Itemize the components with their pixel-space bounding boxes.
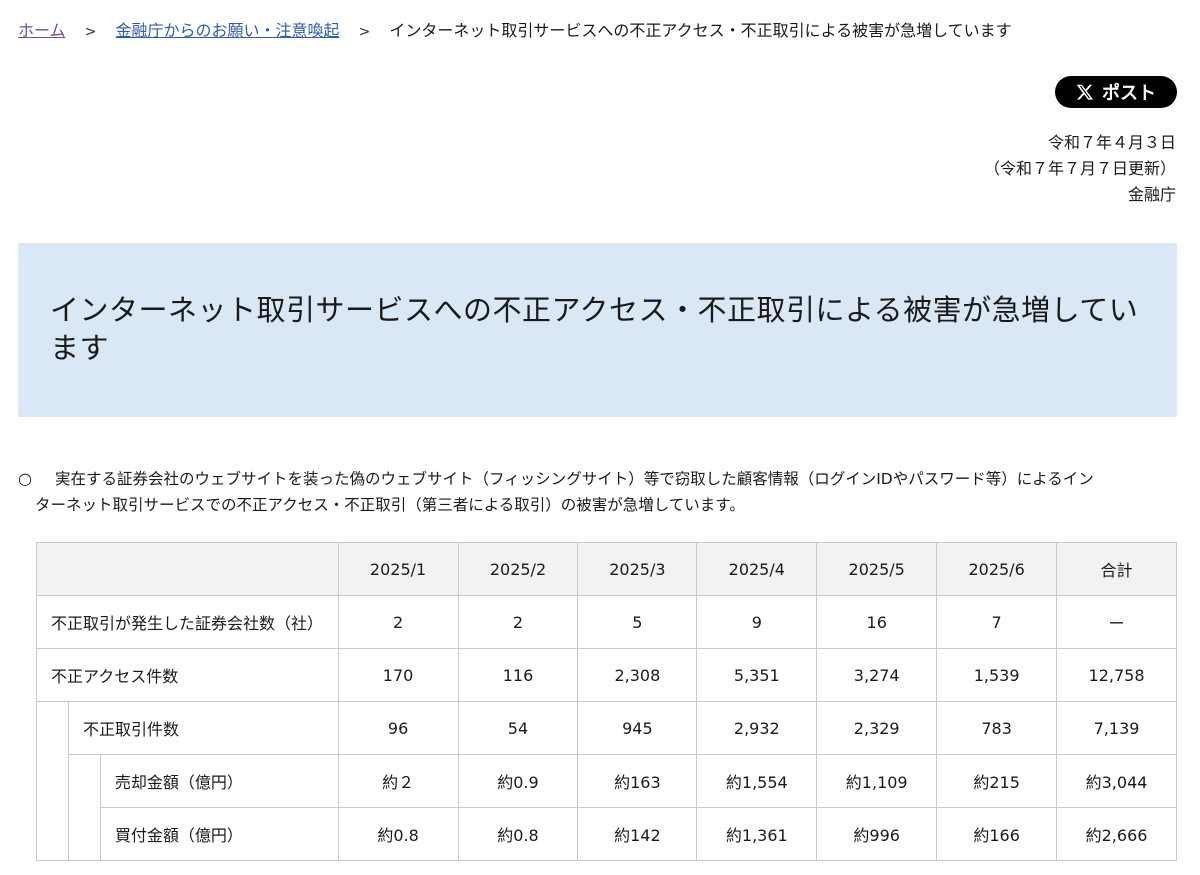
table-cell: 3,274: [816, 648, 938, 702]
table-corner-cell: [36, 542, 339, 596]
notice-line-2: ターネット取引サービスでの不正アクセス・不正取引（第三者による取引）の被害が急増…: [35, 496, 745, 514]
table-row: 不正アクセス件数 170 116 2,308 5,351 3,274 1,539…: [36, 648, 1177, 702]
table-cell: 54: [457, 701, 579, 755]
row-label: 買付金額（億円）: [99, 807, 339, 861]
table-cell: 2,329: [816, 701, 938, 755]
column-header: 2025/2: [457, 542, 579, 596]
table-cell: 945: [577, 701, 698, 755]
table-cell: 2: [337, 595, 459, 649]
table-cell: 約0.8: [337, 807, 459, 861]
table-cell: 16: [816, 595, 938, 649]
damage-statistics-table: 2025/1 2025/2 2025/3 2025/4 2025/5 2025/…: [36, 542, 1177, 861]
table-row: 不正取引が発生した証券会社数（社） 2 2 5 9 16 7 ー: [36, 595, 1177, 649]
table-cell: 約2,666: [1056, 807, 1177, 861]
table-cell: 約1,361: [696, 807, 818, 861]
table-cell: 約996: [816, 807, 938, 861]
column-header: 2025/5: [816, 542, 938, 596]
table-cell: 1,539: [936, 648, 1058, 702]
table-cell: 約215: [936, 754, 1058, 808]
table-cell: 約3,044: [1056, 754, 1177, 808]
table-cell: 2,308: [577, 648, 698, 702]
post-button-label: ポスト: [1102, 83, 1156, 104]
table-header-row: 2025/1 2025/2 2025/3 2025/4 2025/5 2025/…: [36, 542, 1177, 596]
row-label: 不正取引が発生した証券会社数（社）: [36, 595, 339, 649]
table-cell: ー: [1056, 595, 1177, 649]
breadcrumb: ホーム > 金融庁からのお願い・注意喚起 > インターネット取引サービスへの不正…: [18, 19, 1012, 44]
page-title-banner: インターネット取引サービスへの不正アクセス・不正取引による被害が急増しています: [18, 243, 1177, 417]
table-cell: 約0.8: [457, 807, 579, 861]
bullet-circle-icon: ○: [18, 469, 32, 488]
table-cell: 783: [936, 701, 1058, 755]
breadcrumb-separator: >: [358, 24, 371, 40]
table-row: 買付金額（億円） 約0.8 約0.8 約142 約1,361 約996 約166…: [37, 807, 1177, 861]
column-header: 2025/4: [696, 542, 818, 596]
table-cell: 12,758: [1056, 648, 1177, 702]
table-cell: 約166: [936, 807, 1058, 861]
page-title: インターネット取引サービスへの不正アクセス・不正取引による被害が急増しています: [50, 293, 1139, 365]
indent-cell: [67, 754, 101, 861]
table-cell: 約1,554: [696, 754, 818, 808]
updated-date: （令和７年７月７日更新）: [983, 159, 1176, 178]
table-row: 売却金額（億円） 約２ 約0.9 約163 約1,554 約1,109 約215…: [37, 754, 1177, 861]
row-label: 売却金額（億円）: [99, 754, 339, 808]
breadcrumb-separator: >: [84, 24, 97, 40]
table-cell: 約163: [577, 754, 698, 808]
column-header: 2025/6: [936, 542, 1058, 596]
column-header: 合計: [1056, 542, 1177, 596]
notice-line-1: 実在する証券会社のウェブサイトを装った偽のウェブサイト（フィッシングサイト）等で…: [55, 470, 1094, 488]
table-cell: 約２: [337, 754, 459, 808]
table-cell: 約0.9: [457, 754, 579, 808]
table-cell: 約1,109: [816, 754, 938, 808]
table-cell: 5,351: [696, 648, 818, 702]
x-logo-icon: [1076, 84, 1094, 100]
table-cell: 170: [337, 648, 459, 702]
breadcrumb-current: インターネット取引サービスへの不正アクセス・不正取引による被害が急増しています: [389, 21, 1012, 40]
publication-meta: 令和７年４月３日 （令和７年７月７日更新） 金融庁: [984, 130, 1176, 208]
table-cell: 5: [577, 595, 698, 649]
table-row: 不正取引件数 96 54 945 2,932 2,329 783 7,139: [36, 701, 1177, 861]
table-cell: 7,139: [1056, 701, 1177, 755]
breadcrumb-parent-link[interactable]: 金融庁からのお願い・注意喚起: [115, 21, 339, 40]
row-label: 不正取引件数: [67, 701, 339, 755]
agency-name: 金融庁: [1127, 185, 1176, 204]
indent-cell: [36, 701, 69, 861]
table-cell: 約142: [577, 807, 698, 861]
column-header: 2025/1: [337, 542, 459, 596]
table-cell: 96: [337, 701, 459, 755]
table-cell: 7: [936, 595, 1058, 649]
publication-date: 令和７年４月３日: [1047, 133, 1176, 152]
column-header: 2025/3: [577, 542, 698, 596]
row-label: 不正アクセス件数: [36, 648, 339, 702]
table-cell: 116: [457, 648, 579, 702]
table-cell: 2: [457, 595, 579, 649]
table-cell: 2,932: [696, 701, 818, 755]
x-post-button[interactable]: ポスト: [1055, 76, 1177, 108]
table-cell: 9: [696, 595, 818, 649]
notice-paragraph: ○ 実在する証券会社のウェブサイトを装った偽のウェブサイト（フィッシングサイト）…: [18, 466, 1178, 518]
breadcrumb-home-link[interactable]: ホーム: [18, 21, 66, 40]
